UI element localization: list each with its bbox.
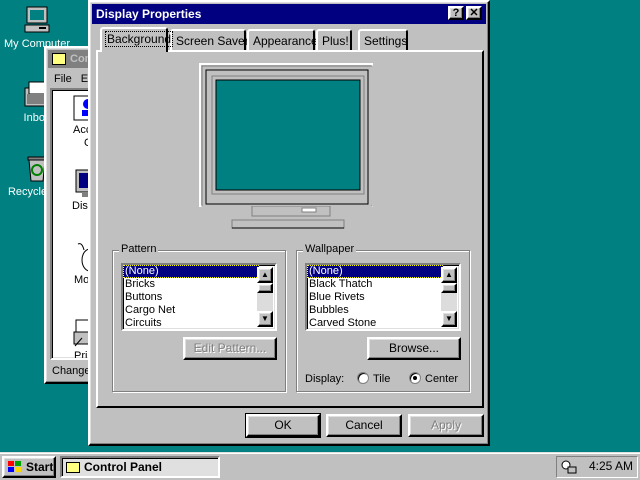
system-tray: 4:25 AM [556, 456, 638, 478]
taskbar-task-control-panel[interactable]: Control Panel [60, 456, 220, 478]
tab-label: Plus! [322, 34, 349, 48]
monitor-preview [198, 62, 378, 232]
edit-pattern-button[interactable]: Edit Pattern... [183, 337, 277, 360]
tab-label: Background [104, 31, 174, 47]
clock[interactable]: 4:25 AM [589, 459, 633, 473]
scroll-up-button[interactable]: ▲ [441, 267, 457, 283]
list-item[interactable]: Cargo Net [123, 304, 259, 317]
list-item[interactable]: Blue Rivets [307, 291, 443, 304]
list-item[interactable]: Circuits [123, 317, 259, 329]
scroll-down-button[interactable]: ▼ [441, 311, 457, 327]
wallpaper-listbox[interactable]: (None) Black Thatch Blue Rivets Bubbles … [305, 263, 461, 331]
list-item[interactable]: Bricks [123, 278, 259, 291]
tile-label[interactable]: Tile [373, 373, 390, 385]
preview-screen [215, 79, 361, 191]
desktop-icon-my-computer[interactable]: My Computer [0, 4, 74, 50]
scroll-down-button[interactable]: ▼ [257, 311, 273, 327]
tray-icon[interactable] [560, 459, 578, 475]
start-button[interactable]: Start [2, 456, 56, 478]
tab-label: Screen Saver [176, 34, 249, 48]
my-computer-icon [21, 4, 53, 36]
task-label: Control Panel [84, 460, 163, 474]
tab-plus[interactable]: Plus! [316, 29, 352, 51]
list-item[interactable]: Buttons [123, 291, 259, 304]
apply-button[interactable]: Apply [408, 414, 484, 437]
radio-dot [413, 376, 417, 380]
display-label: Display: [305, 373, 345, 385]
wallpaper-group-label: Wallpaper [303, 243, 357, 255]
scroll-thumb[interactable] [441, 283, 457, 293]
tile-radio[interactable] [357, 372, 369, 384]
pattern-listbox[interactable]: (None) Bricks Buttons Cargo Net Circuits… [121, 263, 277, 331]
list-item[interactable]: Black Thatch [307, 278, 443, 291]
tab-appearance[interactable]: Appearance [247, 29, 318, 51]
cancel-button[interactable]: Cancel [326, 414, 402, 437]
taskbar: Start Control Panel 4:25 AM [0, 452, 640, 480]
list-item[interactable]: Carved Stone [307, 317, 443, 329]
wallpaper-scrollbar[interactable]: ▲ ▼ [441, 267, 457, 327]
browse-button[interactable]: Browse... [367, 337, 461, 360]
pattern-group: Pattern (None) Bricks Buttons Cargo Net … [112, 243, 286, 392]
pattern-scrollbar[interactable]: ▲ ▼ [257, 267, 273, 327]
tab-label: Settings [364, 34, 408, 48]
windows-logo-icon [7, 460, 23, 474]
tab-label: Appearance [253, 34, 318, 48]
close-button[interactable]: ✕ [466, 6, 482, 20]
close-icon: ✕ [469, 7, 479, 19]
menu-file[interactable]: File [54, 73, 72, 85]
wallpaper-group: Wallpaper (None) Black Thatch Blue Rivet… [296, 243, 470, 392]
scroll-thumb[interactable] [257, 283, 273, 293]
center-radio[interactable] [409, 372, 421, 384]
tab-settings[interactable]: Settings [358, 29, 408, 51]
tab-screen-saver[interactable]: Screen Saver [170, 29, 249, 51]
center-label[interactable]: Center [425, 373, 458, 385]
tab-background[interactable]: Background [100, 27, 174, 52]
start-label: Start [26, 460, 54, 474]
pattern-group-label: Pattern [119, 243, 159, 255]
background-tab-panel: Pattern (None) Bricks Buttons Cargo Net … [96, 50, 484, 408]
dialog-title: Display Properties [96, 7, 202, 21]
list-item[interactable]: Bubbles [307, 304, 443, 317]
scroll-up-button[interactable]: ▲ [257, 267, 273, 283]
folder-icon [52, 53, 66, 65]
ok-button[interactable]: OK [245, 413, 321, 438]
dialog-titlebar[interactable]: Display Properties [92, 4, 486, 24]
folder-icon [66, 462, 80, 473]
list-item[interactable]: (None) [307, 265, 443, 278]
list-item[interactable]: (None) [123, 265, 259, 278]
help-button[interactable]: ? [448, 6, 464, 20]
